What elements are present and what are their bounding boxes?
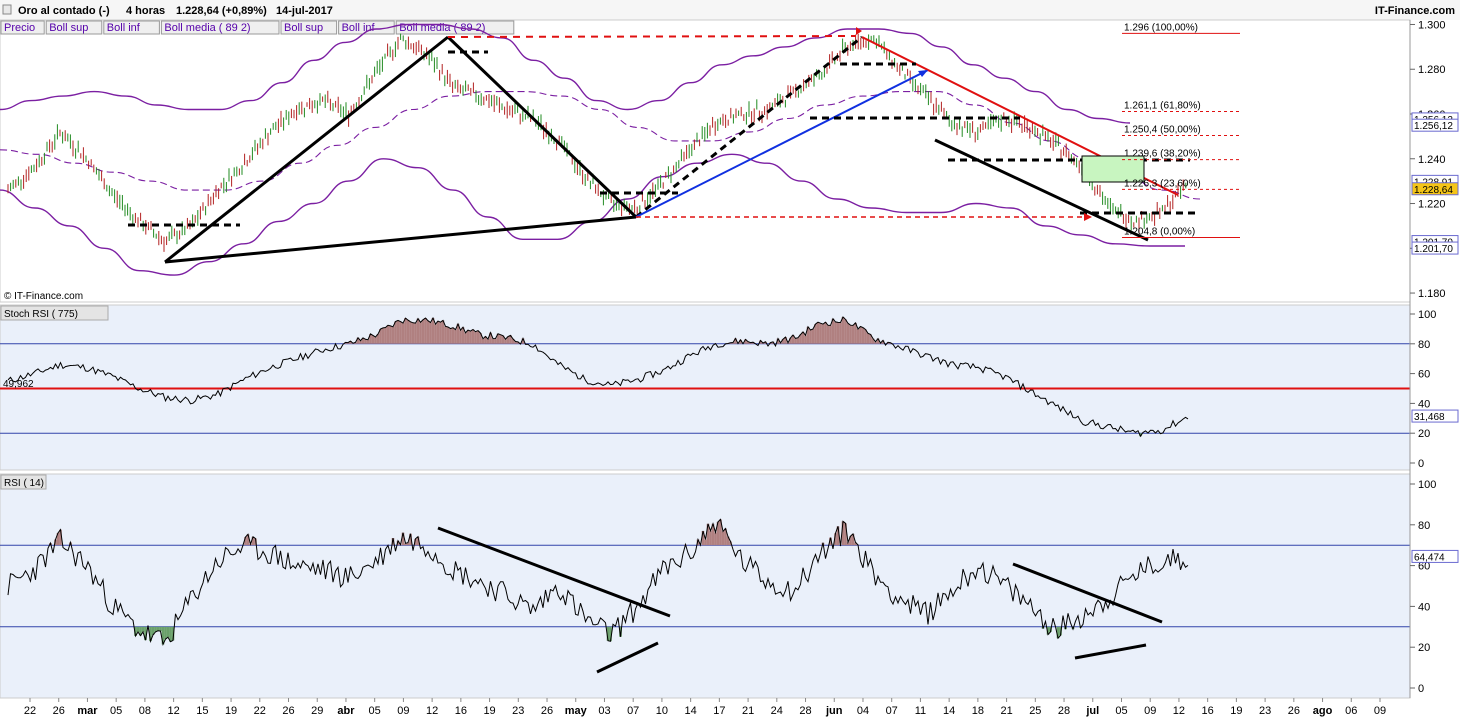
x-tick-label: 17 bbox=[713, 705, 725, 717]
x-tick-label: 14 bbox=[943, 705, 955, 717]
x-tick-label: 21 bbox=[742, 705, 754, 717]
x-tick-label: 23 bbox=[1259, 705, 1271, 717]
x-tick-label: 26 bbox=[1288, 705, 1300, 717]
price-tick-label: 1.280 bbox=[1418, 64, 1446, 76]
stoch-rsi-panel: Stoch RSI ( 775) 49,962 bbox=[0, 304, 1411, 471]
rsi-tick-label: 100 bbox=[1418, 479, 1436, 491]
x-tick-label: jul bbox=[1085, 705, 1099, 717]
x-tick-label: 05 bbox=[369, 705, 381, 717]
rsi-title: RSI ( 14) bbox=[4, 478, 44, 489]
instrument-name: Oro al contado (-) bbox=[18, 5, 110, 17]
legend-item-label: Boll sup bbox=[284, 22, 323, 34]
legend-item-label: Boll inf bbox=[107, 22, 141, 34]
legend-item-label: Boll sup bbox=[49, 22, 88, 34]
x-tick-label: 04 bbox=[857, 705, 869, 717]
x-tick-label: 14 bbox=[685, 705, 697, 717]
fib-level-label: 1.239,6 (38,20%) bbox=[1124, 149, 1201, 160]
rsi-plot-area bbox=[0, 473, 1411, 699]
x-tick-label: 23 bbox=[512, 705, 524, 717]
price-tick-label: 1.220 bbox=[1418, 199, 1446, 211]
stoch-tick-label: 80 bbox=[1418, 339, 1430, 351]
watermark: © IT-Finance.com bbox=[4, 291, 83, 302]
price-tick-label: 1.180 bbox=[1418, 288, 1446, 300]
stoch-tick-label: 60 bbox=[1418, 369, 1430, 381]
stoch-tick-label: 40 bbox=[1418, 398, 1430, 410]
x-tick-label: 07 bbox=[886, 705, 898, 717]
x-tick-label: 12 bbox=[426, 705, 438, 717]
price-side-label: 1.228,64 bbox=[1414, 185, 1453, 196]
x-tick-label: 19 bbox=[483, 705, 495, 717]
x-tick-label: 19 bbox=[225, 705, 237, 717]
x-tick-label: ago bbox=[1313, 705, 1333, 717]
x-tick-label: 25 bbox=[1029, 705, 1041, 717]
stoch-tick-label: 0 bbox=[1418, 458, 1424, 470]
x-tick-label: 11 bbox=[915, 705, 926, 717]
x-tick-label: 10 bbox=[656, 705, 668, 717]
stoch-tick-label: 20 bbox=[1418, 428, 1430, 440]
x-tick-label: 21 bbox=[1000, 705, 1012, 717]
rsi-tick-label: 20 bbox=[1418, 642, 1430, 654]
x-tick-label: 05 bbox=[110, 705, 122, 717]
x-tick-label: 12 bbox=[167, 705, 179, 717]
x-tick-label: 18 bbox=[972, 705, 984, 717]
price-panel: Precio Boll sup Boll inf Boll media ( 89 2)… bbox=[0, 19, 1411, 303]
x-tick-label: 08 bbox=[139, 705, 151, 717]
price-side-label: 1.201,70 bbox=[1414, 244, 1453, 255]
rsi-panel: RSI ( 14) bbox=[0, 473, 1411, 699]
price-tick-label: 1.240 bbox=[1418, 154, 1446, 166]
x-tick-label: 09 bbox=[1374, 705, 1386, 717]
x-tick-label: 26 bbox=[541, 705, 553, 717]
x-tick-label: 22 bbox=[254, 705, 266, 717]
x-tick-label: abr bbox=[337, 705, 355, 717]
x-tick-label: 22 bbox=[24, 705, 36, 717]
x-tick-label: 05 bbox=[1115, 705, 1127, 717]
menu-icon[interactable] bbox=[2, 4, 12, 15]
x-tick-label: 16 bbox=[455, 705, 467, 717]
fib-level-label: 1.296 (100,00%) bbox=[1124, 22, 1198, 33]
x-tick-label: 29 bbox=[311, 705, 323, 717]
x-tick-label: 16 bbox=[1202, 705, 1214, 717]
right-axis: 1.3001.2801.2601.2401.2201.2001.1801.256… bbox=[1409, 19, 1459, 698]
header-date: 14-jul-2017 bbox=[276, 5, 333, 17]
x-tick-label: 07 bbox=[627, 705, 639, 717]
price-tick-label: 1.300 bbox=[1418, 19, 1446, 31]
x-tick-label: 12 bbox=[1173, 705, 1185, 717]
rsi-tick-label: 40 bbox=[1418, 601, 1430, 613]
indicator-legend: Precio Boll sup Boll inf Boll media ( 89 2)… bbox=[0, 20, 515, 35]
legend-item-label: Boll media ( 89 2) bbox=[164, 22, 250, 34]
legend-item-label: Boll inf bbox=[342, 22, 376, 34]
price-change: 1.228,64 (+0,89%) bbox=[176, 5, 267, 17]
x-axis: 22 26 mar 05 08 12 15 19 22 26 29 abr 05 09 12 16 19 23 26… bbox=[24, 698, 1386, 717]
stoch-last-value: 31,468 bbox=[1414, 412, 1445, 423]
x-tick-label: mar bbox=[77, 705, 98, 717]
fib-level-label: 1.204,8 (0,00%) bbox=[1124, 227, 1195, 238]
brand-label: IT-Finance.com bbox=[1375, 5, 1455, 17]
chart-canvas: Oro al contado (-) 4 horas 1.228,64 (+0,… bbox=[0, 0, 1460, 717]
x-tick-label: 26 bbox=[53, 705, 65, 717]
stoch-left-value: 49,962 bbox=[3, 379, 34, 390]
x-tick-label: may bbox=[565, 705, 588, 717]
stoch-title: Stoch RSI ( 775) bbox=[4, 309, 78, 320]
legend-item-label: Precio bbox=[4, 22, 35, 34]
x-tick-label: jun bbox=[825, 705, 843, 717]
x-tick-label: 24 bbox=[771, 705, 783, 717]
x-tick-label: 09 bbox=[1144, 705, 1156, 717]
fib-level-label: 1.250,4 (50,00%) bbox=[1124, 124, 1201, 135]
rsi-last-value: 64,474 bbox=[1414, 552, 1445, 563]
x-tick-label: 09 bbox=[397, 705, 409, 717]
x-tick-label: 28 bbox=[799, 705, 811, 717]
x-tick-label: 06 bbox=[1345, 705, 1357, 717]
rsi-tick-label: 80 bbox=[1418, 520, 1430, 532]
fib-level-label: 1.226,3 (23,60%) bbox=[1124, 178, 1201, 189]
fib-level-label: 1.261,1 (61,80%) bbox=[1124, 101, 1201, 112]
x-tick-label: 28 bbox=[1058, 705, 1070, 717]
rsi-tick-label: 0 bbox=[1418, 683, 1424, 695]
x-tick-label: 26 bbox=[282, 705, 294, 717]
timeframe: 4 horas bbox=[126, 5, 165, 17]
stoch-tick-label: 100 bbox=[1418, 309, 1436, 321]
x-tick-label: 19 bbox=[1230, 705, 1242, 717]
x-tick-label: 03 bbox=[598, 705, 610, 717]
price-side-label: 1.256,12 bbox=[1414, 121, 1453, 132]
x-tick-label: 15 bbox=[196, 705, 208, 717]
